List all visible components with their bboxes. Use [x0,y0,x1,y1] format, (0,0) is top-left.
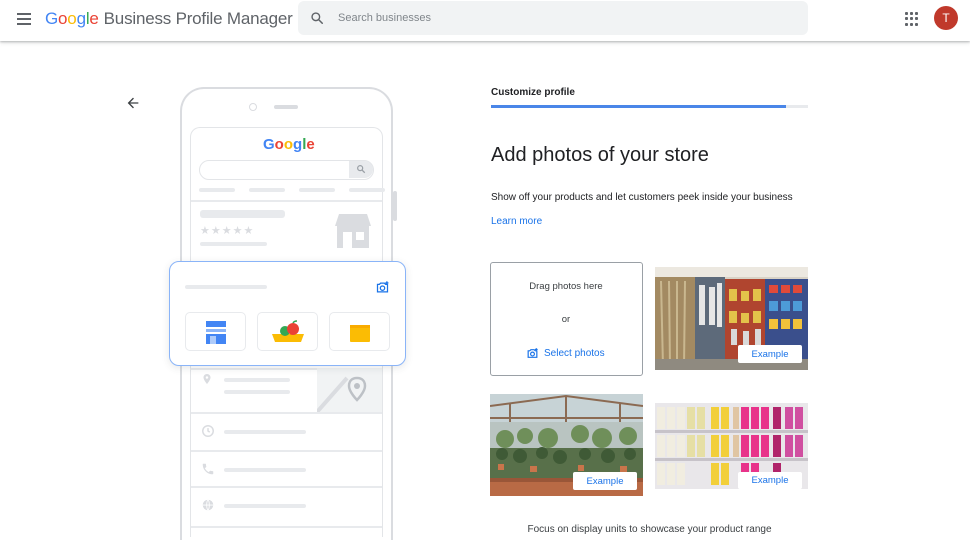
learn-more-link[interactable]: Learn more [491,216,542,227]
account-avatar[interactable]: T [934,6,958,30]
placeholder-line [224,430,306,434]
top-app-bar: Google Business Profile Manager T [0,0,970,41]
example-photo-hardware: Example [655,267,808,370]
map-thumbnail [317,368,382,412]
apps-grid-icon[interactable] [905,12,919,26]
placeholder-line [200,242,267,246]
search-input[interactable] [338,9,778,27]
step-label: Customize profile [491,87,575,98]
divider [191,450,382,452]
page-description: Show off your products and let customers… [491,192,793,203]
arrow-back-icon[interactable] [125,95,141,111]
example-photo-candles: Example [655,403,808,489]
phone-side-button [393,191,397,221]
produce-icon [271,319,304,342]
example-photo-garden-center: Example [490,394,643,496]
product-logo[interactable]: Google Business Profile Manager [45,9,293,29]
globe-icon [202,499,214,511]
divider [191,412,382,414]
search-icon[interactable] [310,11,324,25]
illustration-search-bar [199,160,374,180]
add-photo-icon [527,348,538,358]
produce-tile [257,312,318,351]
illustration-tabs [199,188,385,192]
drag-text: Drag photos here [529,281,603,292]
stars-icon: ★★★★★ [200,225,255,237]
search-icon [357,165,366,174]
storefront-icon [205,320,226,344]
placeholder-line [224,378,290,382]
phone-icon [202,463,214,475]
divider [191,200,382,202]
example-badge: Example [738,345,802,363]
bag-tile [329,312,390,351]
placeholder-line [185,285,267,289]
phone-speaker [274,105,298,109]
storefront-icon [335,214,371,248]
select-photos-label: Select photos [544,348,605,359]
divider [191,526,382,528]
divider [191,486,382,488]
select-photos-button[interactable]: Select photos [526,347,605,360]
examples-caption: Focus on display units to showcase your … [527,524,772,535]
product-name: Business Profile Manager [103,9,293,28]
hamburger-menu-icon[interactable] [17,13,33,25]
photos-card-illustration [169,261,406,366]
shopping-bag-icon [349,324,370,342]
progress-fill [491,105,786,108]
phone-camera [249,103,257,111]
placeholder-line [224,504,306,508]
search-bar[interactable] [298,1,808,35]
progress-bar [491,105,808,108]
store-tile [185,312,246,351]
add-photo-icon [376,281,389,293]
photo-dropzone[interactable]: Drag photos here or Select photos [490,262,643,376]
placeholder-line [200,210,285,218]
or-text: or [561,314,571,325]
location-pin-icon [203,374,211,384]
clock-icon [202,425,214,437]
example-badge: Example [738,472,802,489]
example-badge: Example [573,472,637,490]
google-wordmark: Google [45,9,99,28]
google-logo-illustration: Google [263,136,315,153]
placeholder-line [224,468,306,472]
placeholder-line [224,390,290,394]
page-title: Add photos of your store [491,144,709,166]
